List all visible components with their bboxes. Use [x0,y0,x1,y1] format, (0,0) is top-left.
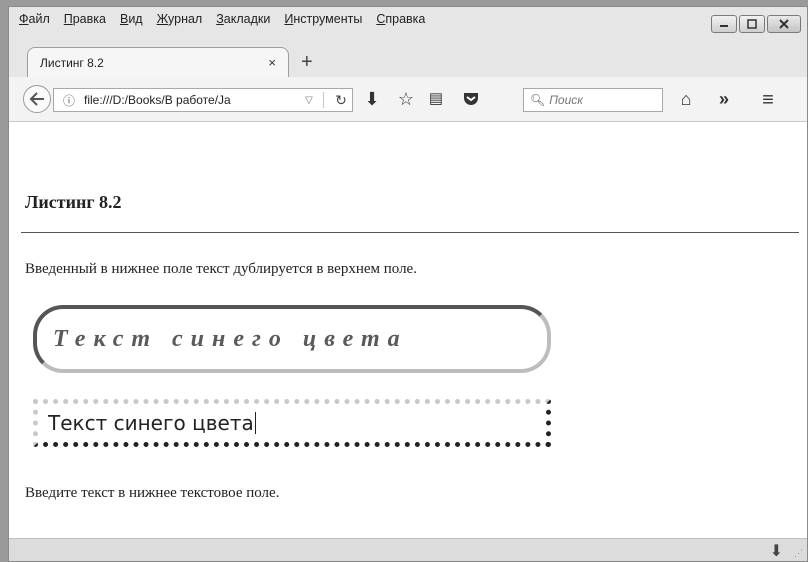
maximize-icon [747,19,757,29]
dropdown-icon[interactable]: ▽ [301,95,317,106]
menu-view[interactable]: Вид [116,12,147,26]
resize-grip-icon[interactable]: ⋰ [794,548,803,559]
tab-close-icon[interactable]: × [268,55,276,70]
menu-history[interactable]: Журнал [153,12,207,26]
window-controls [711,15,801,33]
tab-listing[interactable]: Листинг 8.2 × [27,47,289,77]
home-icon[interactable]: ⌂ [675,89,697,110]
menu-bookmarks[interactable]: Закладки [212,12,274,26]
tab-title: Листинг 8.2 [40,55,104,70]
back-button[interactable] [23,85,51,113]
overflow-icon[interactable]: » [713,89,735,110]
menu-bar: Файл Правка Вид Журнал Закладки Инструме… [9,7,807,31]
url-separator [323,92,324,108]
menu-edit[interactable]: Правка [60,12,110,26]
download-status-icon[interactable]: ⬇ [770,541,783,561]
text-input-field[interactable]: Текст синего цвета [33,399,551,447]
horizontal-rule [21,232,799,233]
menu-help[interactable]: Справка [372,12,429,26]
menu-icon[interactable]: ≡ [757,89,779,112]
reading-list-icon[interactable]: ▤ [425,89,447,107]
new-tab-button[interactable]: + [301,51,313,74]
info-icon[interactable]: ⓘ [60,92,78,109]
menu-file[interactable]: Файл [15,12,54,26]
minimize-icon [720,25,728,27]
reload-icon[interactable]: ↻ [330,92,352,109]
text-input-value[interactable]: Текст синего цвета [48,411,254,435]
back-arrow-icon [29,92,44,106]
url-bar[interactable]: ⓘ file:///D:/Books/В работе/Ja ▽ ↻ [53,88,353,112]
navigation-bar: ⓘ file:///D:/Books/В работе/Ja ▽ ↻ ⬇ ☆ ▤… [9,77,807,122]
maximize-button[interactable] [739,15,765,33]
status-bar: ⬇ ⋰ [9,538,807,561]
page-content: Листинг 8.2 Введенный в нижнее поле текс… [9,122,807,539]
pocket-icon[interactable] [459,89,483,112]
styled-output-box: Текст синего цвета [33,305,551,373]
minimize-button[interactable] [711,15,737,33]
styled-output-text: Текст синего цвета [53,325,408,352]
text-caret [254,412,256,434]
menu-tools[interactable]: Инструменты [280,12,366,26]
star-icon[interactable]: ☆ [395,89,417,110]
tab-bar: Листинг 8.2 × + [9,39,807,77]
close-icon [779,19,789,29]
search-box[interactable]: 🔍︎ Поиск [523,88,663,112]
hint-text: Введите текст в нижнее текстовое поле. [25,485,280,501]
page-heading: Листинг 8.2 [25,192,122,212]
close-window-button[interactable] [767,15,801,33]
url-input[interactable]: file:///D:/Books/В работе/Ja [84,93,301,107]
intro-text: Введенный в нижнее поле текст дублируетс… [25,261,417,277]
search-icon: 🔍︎ [530,93,546,107]
download-icon[interactable]: ⬇ [361,89,383,110]
search-input[interactable]: Поиск [549,93,583,107]
browser-window: Файл Правка Вид Журнал Закладки Инструме… [8,6,808,562]
